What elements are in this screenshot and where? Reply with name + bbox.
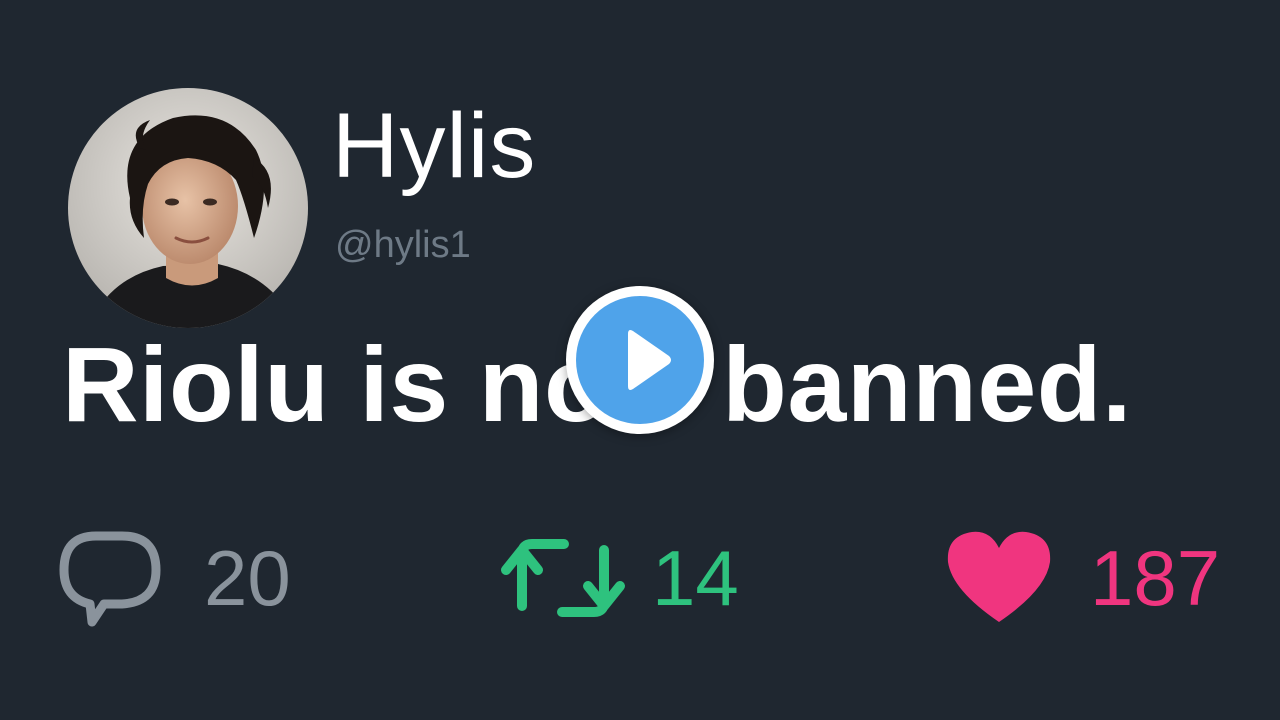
user-handle[interactable]: @hylis1 — [335, 226, 471, 264]
tweet-card: Hylis @hylis1 Riolu is now banned. 20 14 — [0, 0, 1280, 720]
profile-photo-icon — [68, 88, 308, 328]
play-button[interactable] — [566, 286, 714, 434]
heart-icon — [947, 531, 1051, 622]
reply-button[interactable]: 20 — [56, 528, 291, 628]
retweet-icon — [501, 539, 625, 617]
like-count: 187 — [1090, 534, 1221, 622]
retweet-button[interactable]: 14 — [500, 528, 739, 628]
reply-count: 20 — [204, 534, 291, 622]
display-name[interactable]: Hylis — [332, 100, 536, 192]
like-button[interactable]: 187 — [944, 528, 1220, 628]
play-button-circle — [576, 296, 704, 424]
play-icon — [628, 330, 671, 390]
reply-bubble-icon — [59, 531, 161, 627]
retweet-count: 14 — [652, 534, 739, 622]
avatar[interactable] — [68, 88, 308, 328]
